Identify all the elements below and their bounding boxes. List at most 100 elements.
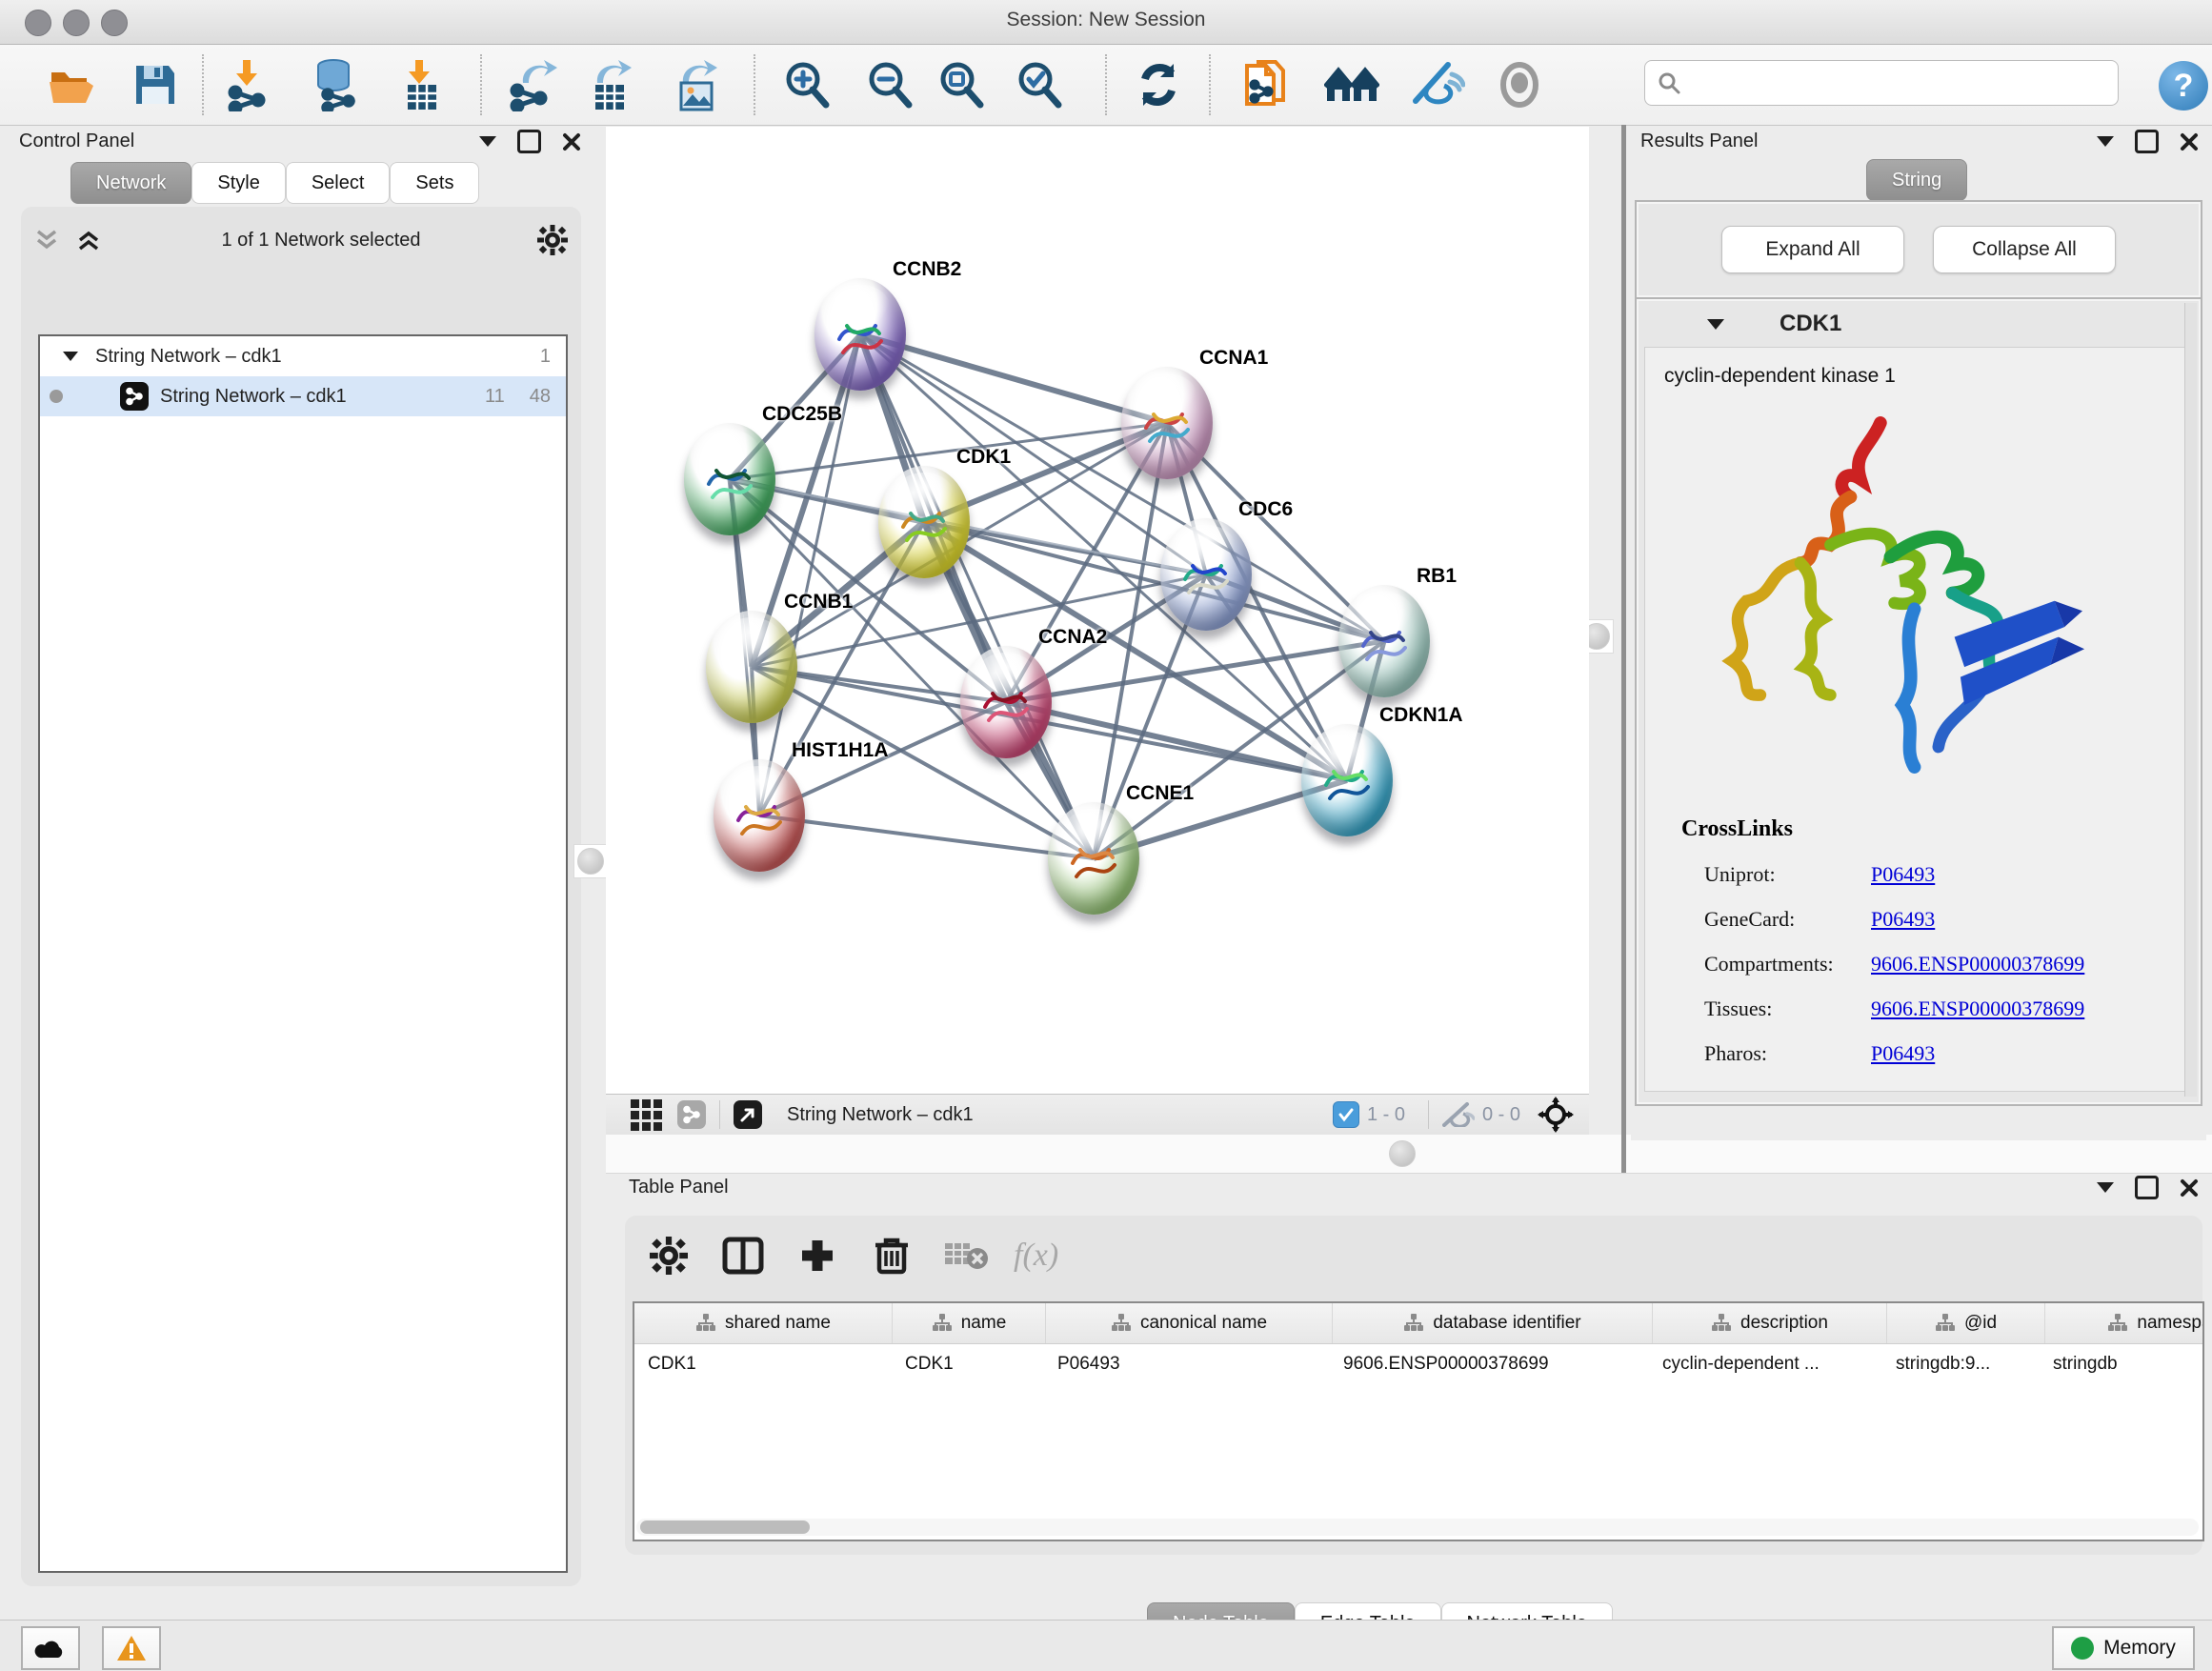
panel-close-icon[interactable] [2180, 1178, 2199, 1198]
zoom-in-icon[interactable] [779, 57, 835, 112]
column-header-shared-name[interactable]: shared name [634, 1303, 893, 1343]
birdseye-crosshair-icon[interactable] [1538, 1097, 1574, 1133]
help-button[interactable]: ? [2159, 61, 2208, 111]
zoom-out-icon[interactable] [862, 57, 917, 112]
node-HIST1H1A[interactable] [714, 759, 805, 872]
node-RB1[interactable] [1338, 585, 1430, 697]
memory-button[interactable]: Memory [2052, 1626, 2195, 1670]
detach-view-icon[interactable] [734, 1100, 762, 1129]
edge-CCNE1-HIST1H1A[interactable] [759, 815, 1094, 858]
export-table-icon[interactable] [583, 57, 638, 112]
column-header-@id[interactable]: @id [1887, 1303, 2045, 1343]
export-image-icon[interactable] [669, 57, 724, 112]
table-cell[interactable]: CDK1 [892, 1344, 1044, 1384]
table-horizontal-scrollbar[interactable] [636, 1519, 2199, 1536]
collapse-all-icon[interactable] [34, 228, 63, 252]
tree-expander-icon[interactable] [63, 352, 78, 361]
node-CCNE1[interactable] [1048, 802, 1139, 915]
tab-sets[interactable]: Sets [390, 162, 479, 204]
open-session-icon[interactable] [44, 57, 99, 112]
delete-table-icon[interactable] [939, 1229, 993, 1282]
add-column-icon[interactable] [791, 1229, 844, 1282]
table-cell[interactable]: CDK1 [634, 1344, 892, 1384]
table-cell[interactable]: stringdb:9... [1882, 1344, 2040, 1384]
string-home-icon[interactable] [1324, 57, 1379, 112]
hide-glasses-icon[interactable] [1410, 57, 1465, 112]
tab-style[interactable]: Style [191, 162, 285, 204]
table-row[interactable]: CDK1CDK1P064939606.ENSP00000378699cyclin… [634, 1344, 2202, 1384]
panel-collapse-icon[interactable] [2097, 1182, 2114, 1193]
zoom-fit-icon[interactable] [934, 57, 989, 112]
import-network-icon[interactable] [221, 57, 276, 112]
export-network-icon[interactable] [505, 57, 560, 112]
column-header-name[interactable]: name [893, 1303, 1046, 1343]
network-share-icon[interactable] [677, 1100, 706, 1129]
network-tree-child-row[interactable]: String Network – cdk1 11 48 [40, 376, 566, 416]
network-tree-root-row[interactable]: String Network – cdk1 1 [40, 336, 566, 376]
node-CCNB2[interactable] [814, 278, 906, 391]
hidden-eye-icon[interactable] [1442, 1102, 1475, 1127]
edge-CCNA2-CDKN1A[interactable] [1006, 702, 1347, 780]
node-CCNB1[interactable] [706, 611, 797, 723]
table-settings-gear-icon[interactable] [642, 1229, 695, 1282]
results-scrollbar[interactable] [2184, 303, 2197, 1097]
node-CDK1[interactable] [878, 466, 970, 578]
crosslink-link[interactable]: P06493 [1871, 1041, 1935, 1066]
node-CCNA1[interactable] [1121, 367, 1213, 479]
crosslink-link[interactable]: 9606.ENSP00000378699 [1871, 952, 2084, 976]
crosslink-link[interactable]: P06493 [1871, 907, 1935, 932]
crosslink-link[interactable]: P06493 [1871, 862, 1935, 887]
function-builder-icon[interactable]: f(x) [1014, 1238, 1058, 1274]
show-eye-icon[interactable] [1492, 57, 1547, 112]
left-splitter-handle[interactable] [573, 844, 608, 878]
panel-float-icon[interactable] [2135, 130, 2159, 153]
edge-CCNA2-RB1[interactable] [1006, 641, 1384, 702]
network-options-gear-icon[interactable] [537, 225, 568, 255]
panel-close-icon[interactable] [562, 132, 581, 151]
column-header-database-identifier[interactable]: database identifier [1333, 1303, 1653, 1343]
panel-float-icon[interactable] [517, 130, 541, 153]
refresh-icon[interactable] [1131, 57, 1186, 112]
cloud-status-button[interactable] [21, 1626, 80, 1670]
expand-all-icon[interactable] [76, 228, 105, 252]
warnings-button[interactable] [102, 1626, 161, 1670]
node-CDC6[interactable] [1160, 518, 1252, 631]
show-columns-icon[interactable] [716, 1229, 770, 1282]
horizontal-splitter[interactable] [606, 1135, 2212, 1174]
zoom-selected-icon[interactable] [1012, 57, 1067, 112]
column-header-namespace[interactable]: namespace [2045, 1303, 2204, 1343]
panel-close-icon[interactable] [2180, 132, 2199, 151]
table-cell[interactable]: 9606.ENSP00000378699 [1330, 1344, 1649, 1384]
collapse-all-button[interactable]: Collapse All [1933, 226, 2116, 273]
network-grid-icon[interactable] [631, 1099, 662, 1131]
column-header-description[interactable]: description [1653, 1303, 1887, 1343]
horizontal-splitter-handle[interactable] [1387, 1138, 1418, 1169]
node-CDC25B[interactable] [684, 423, 775, 535]
selected-checkbox-icon[interactable] [1333, 1101, 1359, 1128]
entry-expander-icon[interactable] [1707, 319, 1724, 330]
column-header-canonical-name[interactable]: canonical name [1046, 1303, 1333, 1343]
edge-CCNB2-CCNE1[interactable] [860, 334, 1094, 858]
network-view-canvas[interactable]: CCNB2CCNA1CDC25BCDK1CDC6RB1CCNB1CCNA2CDK… [606, 127, 1589, 1094]
node-CCNA2[interactable] [960, 646, 1052, 758]
import-network-file-icon[interactable] [1238, 57, 1294, 112]
crosslink-link[interactable]: 9606.ENSP00000378699 [1871, 997, 2084, 1021]
panel-float-icon[interactable] [2135, 1176, 2159, 1199]
edge-CCNB2-CCNA1[interactable] [860, 334, 1167, 423]
table-cell[interactable]: cyclin-dependent ... [1649, 1344, 1882, 1384]
tab-string[interactable]: String [1866, 159, 1967, 201]
table-cell[interactable]: stringdb [2040, 1344, 2204, 1384]
tab-network[interactable]: Network [70, 162, 191, 204]
save-session-icon[interactable] [128, 57, 183, 112]
node-CDKN1A[interactable] [1301, 724, 1393, 836]
table-cell[interactable]: P06493 [1044, 1344, 1330, 1384]
panel-collapse-icon[interactable] [479, 136, 496, 147]
scrollbar-thumb[interactable] [640, 1520, 810, 1534]
search-input[interactable] [1689, 63, 2118, 103]
import-database-icon[interactable] [308, 57, 363, 112]
expand-all-button[interactable]: Expand All [1721, 226, 1904, 273]
delete-column-icon[interactable] [865, 1229, 918, 1282]
import-table-icon[interactable] [393, 57, 449, 112]
panel-collapse-icon[interactable] [2097, 136, 2114, 147]
tab-select[interactable]: Select [286, 162, 391, 204]
